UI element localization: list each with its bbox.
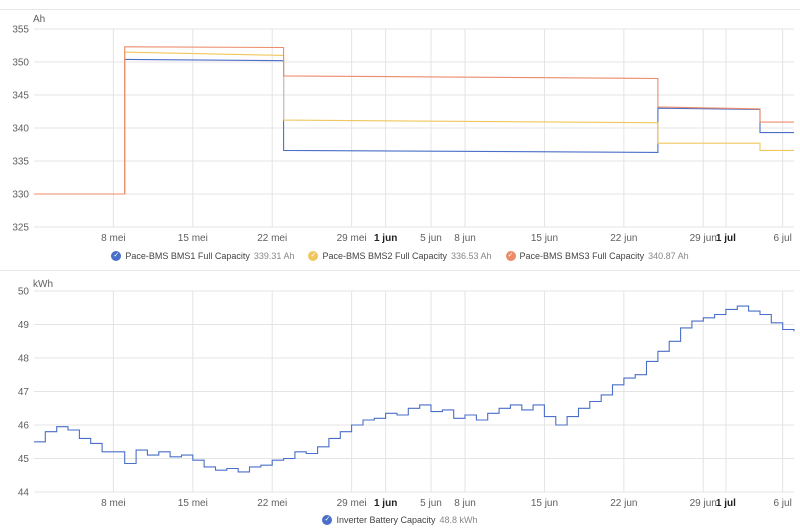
- x-tick-label: 5 jun: [420, 498, 442, 508]
- x-tick-label: 22 mei: [257, 233, 287, 244]
- legend-series-value: 340.87 Ah: [648, 251, 689, 261]
- bms-capacity-chart[interactable]: 325 330 335 340 345 350 355 8 mei 15 mei 22 mei 29…: [0, 10, 800, 250]
- inverter-capacity-chart[interactable]: 44 45 46 47 48 49 50 8 mei 15 mei 22 mei 29 mei 1 j…: [0, 272, 800, 508]
- legend-check-icon[interactable]: ✓: [505, 251, 516, 261]
- y-tick-label: 45: [18, 454, 30, 465]
- series-line[interactable]: [34, 51, 794, 195]
- x-tick-label: 8 jun: [454, 233, 476, 244]
- legend-item[interactable]: ✓ Inverter Battery Capacity 48.8 kWh: [322, 515, 478, 525]
- y-tick-label: 325: [12, 223, 29, 234]
- x-tick-label: 22 mei: [257, 498, 287, 508]
- y-tick-label: 340: [12, 124, 29, 135]
- legend-item[interactable]: ✓ Pace-BMS BMS2 Full Capacity 336.53 Ah: [308, 251, 492, 261]
- series-line[interactable]: [34, 305, 795, 473]
- series-line[interactable]: [34, 58, 794, 195]
- y-axis-unit: Ah: [33, 14, 45, 25]
- y-tick-label: 345: [12, 91, 29, 102]
- y-axis-unit: kWh: [33, 279, 53, 290]
- y-tick-label: 350: [12, 58, 29, 69]
- y-tick-label: 49: [18, 320, 30, 331]
- legend-series-name: Inverter Battery Capacity: [336, 515, 436, 525]
- x-tick-label: 15 jun: [531, 233, 558, 244]
- inverter-capacity-legend: ✓ Inverter Battery Capacity 48.8 kWh: [0, 515, 800, 525]
- x-tick-label: 6 jul: [773, 498, 791, 508]
- x-tick-label: 29 jun: [690, 233, 717, 244]
- series-line[interactable]: [34, 46, 794, 195]
- x-tick-label: 6 jul: [773, 233, 791, 244]
- x-tick-label: 1 jun: [374, 233, 397, 244]
- legend-series-value: 48.8 kWh: [439, 515, 478, 525]
- y-tick-label: 355: [12, 25, 29, 36]
- x-tick-label: 8 jun: [454, 498, 476, 508]
- legend-series-value: 339.31 Ah: [253, 251, 295, 261]
- legend-series-name: Pace-BMS BMS2 Full Capacity: [322, 251, 447, 261]
- legend-series-name: Pace-BMS BMS3 Full Capacity: [519, 251, 645, 261]
- x-tick-label: 15 mei: [178, 233, 208, 244]
- y-tick-label: 47: [18, 387, 30, 398]
- legend-check-icon[interactable]: ✓: [308, 251, 319, 261]
- legend-series-value: 336.53 Ah: [451, 251, 492, 261]
- x-tick-label: 1 jul: [716, 498, 736, 508]
- x-tick-label: 29 mei: [337, 498, 367, 508]
- bms-capacity-legend: ✓ Pace-BMS BMS1 Full Capacity 339.31 Ah ✓ Pa…: [0, 251, 800, 261]
- x-tick-label: 22 jun: [610, 233, 637, 244]
- legend-series-name: Pace-BMS BMS1 Full Capacity: [125, 251, 250, 261]
- x-tick-label: 22 jun: [610, 498, 637, 508]
- y-tick-label: 330: [12, 190, 29, 201]
- y-tick-label: 335: [12, 157, 29, 168]
- x-tick-label: 29 mei: [337, 233, 367, 244]
- x-tick-label: 29 jun: [690, 498, 717, 508]
- chart-divider: [0, 270, 800, 271]
- y-tick-label: 48: [18, 354, 30, 365]
- x-tick-label: 1 jun: [374, 498, 397, 508]
- x-tick-label: 8 mei: [101, 233, 125, 244]
- legend-item[interactable]: ✓ Pace-BMS BMS3 Full Capacity 340.87 Ah: [505, 251, 689, 261]
- x-tick-label: 8 mei: [101, 498, 125, 508]
- y-tick-label: 50: [18, 287, 30, 298]
- legend-check-icon[interactable]: ✓: [322, 515, 333, 525]
- y-tick-label: 46: [18, 421, 30, 432]
- x-tick-label: 1 jul: [716, 233, 736, 244]
- x-tick-label: 5 jun: [420, 233, 442, 244]
- y-tick-label: 44: [18, 488, 30, 499]
- x-tick-label: 15 mei: [178, 498, 208, 508]
- x-tick-label: 15 jun: [531, 498, 558, 508]
- legend-item[interactable]: ✓ Pace-BMS BMS1 Full Capacity 339.31 Ah: [111, 251, 294, 261]
- legend-check-icon[interactable]: ✓: [111, 251, 122, 261]
